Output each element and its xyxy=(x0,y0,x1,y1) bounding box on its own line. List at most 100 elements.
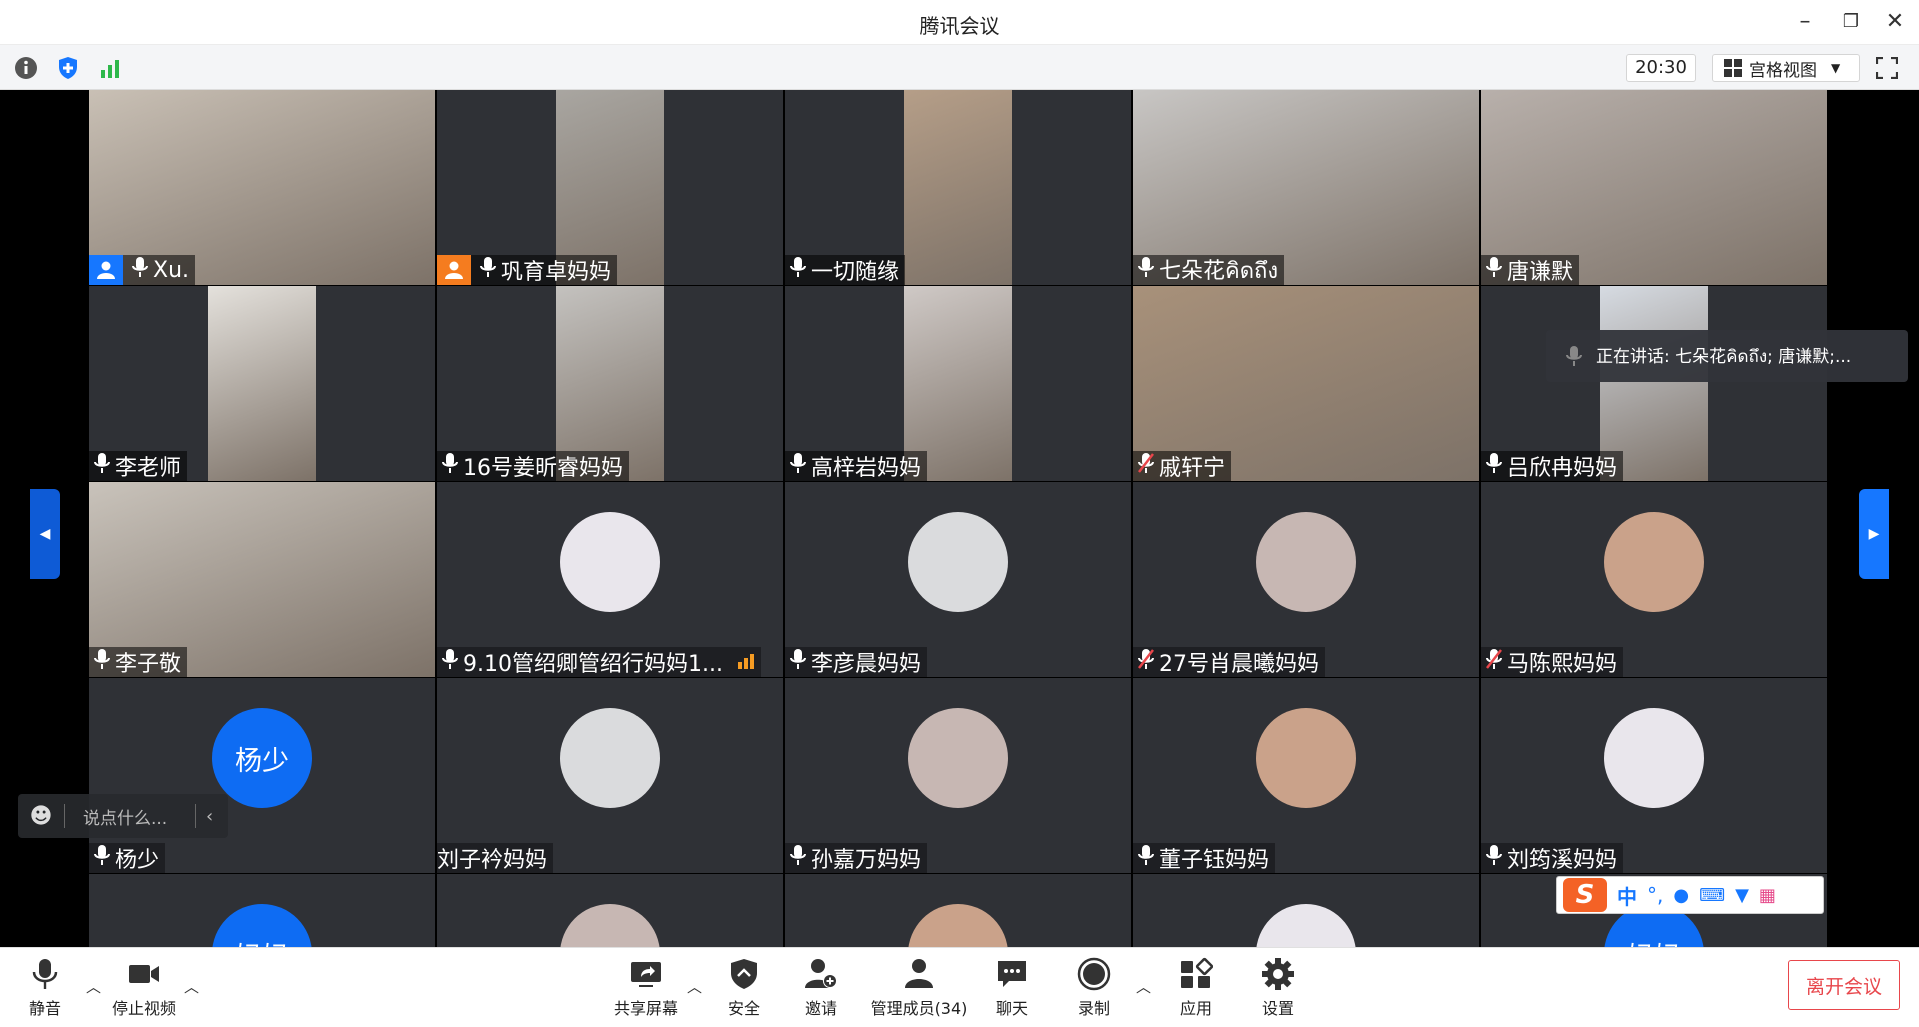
microphone-icon xyxy=(1481,844,1507,872)
microphone-icon xyxy=(437,452,463,480)
share-screen-button[interactable]: 共享屏幕 xyxy=(612,948,680,1027)
participant-tile[interactable]: 董子钰妈妈 xyxy=(1133,678,1479,873)
camera-icon xyxy=(129,965,159,983)
participant-avatar xyxy=(560,512,660,612)
chat-input[interactable]: 说点什么... xyxy=(65,804,195,829)
apps-label: 应用 xyxy=(1179,999,1212,1018)
apps-button[interactable]: 应用 xyxy=(1176,948,1216,1027)
share-options-caret[interactable]: ︿ xyxy=(687,976,702,997)
participant-tile[interactable]: 杨少 杨少 xyxy=(89,678,435,873)
participant-avatar: 杨少 xyxy=(212,708,312,808)
participant-name-label: 16号姜昕睿妈妈 xyxy=(437,451,629,481)
close-button[interactable]: ✕ xyxy=(1880,8,1910,36)
mute-options-caret[interactable]: ︿ xyxy=(86,976,101,997)
participant-tile[interactable]: 高梓岩妈妈 xyxy=(785,286,1131,481)
invite-button[interactable]: 邀请 xyxy=(800,948,842,1027)
participant-tile[interactable]: Xu. xyxy=(89,90,435,285)
record-button[interactable]: 录制 xyxy=(1074,948,1114,1027)
microphone-icon xyxy=(785,256,811,284)
chat-quickbar[interactable]: ☻ 说点什么... ‹ xyxy=(18,794,228,838)
voice-input-icon[interactable]: ● xyxy=(1673,885,1689,906)
participant-tile[interactable]: 李子敬 xyxy=(89,482,435,677)
emoji-icon[interactable]: ☻ xyxy=(18,804,64,829)
meeting-clock: 20:30 xyxy=(1626,54,1696,82)
participant-tile[interactable]: 唐谦默 xyxy=(1481,90,1827,285)
collapse-icon[interactable]: ‹ xyxy=(196,806,213,827)
participant-tile[interactable]: 巩育卓妈妈 xyxy=(437,90,783,285)
microphone-icon xyxy=(1481,452,1507,480)
participant-name-label: 一切随缘 xyxy=(785,255,906,285)
members-icon xyxy=(905,959,933,988)
participant-tile[interactable]: 刘筠溪妈妈 xyxy=(1481,678,1827,873)
security-button[interactable]: 安全 xyxy=(724,948,764,1027)
participant-tile[interactable]: 妈妈 xyxy=(89,874,435,947)
participant-tile[interactable]: 16号姜昕睿妈妈 xyxy=(437,286,783,481)
participant-tile[interactable]: 吕欣冉妈妈 xyxy=(1481,286,1827,481)
participant-tile[interactable]: 孙嘉万妈妈 xyxy=(785,678,1131,873)
participant-name-label: 七朵花คิดถึง xyxy=(1133,255,1285,285)
participant-tile[interactable] xyxy=(437,874,783,947)
skin-icon[interactable]: ▼ xyxy=(1735,885,1749,906)
ime-language[interactable]: 中 xyxy=(1617,881,1637,910)
apps-icon xyxy=(1181,957,1213,988)
video-grid: Xu. 巩育卓妈妈 一切随缘 七朵花คิดถึง 唐谦默李老师 16号姜昕睿妈妈 高梓岩妈妈… xyxy=(89,90,1829,947)
settings-button[interactable]: 设置 xyxy=(1258,948,1298,1027)
participant-avatar xyxy=(1256,512,1356,612)
participant-name: 刘筠溪妈妈 xyxy=(1507,848,1618,873)
participant-tile[interactable]: 刘子衿妈妈 xyxy=(437,678,783,873)
signal-strength-icon[interactable] xyxy=(96,54,124,82)
participant-name: 孙嘉万妈妈 xyxy=(811,848,922,873)
participant-name-label: 吕欣冉妈妈 xyxy=(1481,451,1624,481)
participant-name: 巩育卓妈妈 xyxy=(501,260,612,285)
participant-tile[interactable]: 9.10管绍卿管绍行妈妈1... xyxy=(437,482,783,677)
record-icon xyxy=(1077,957,1111,991)
restore-button[interactable]: ❐ xyxy=(1836,8,1866,36)
window-title: 腾讯会议 xyxy=(919,14,1000,38)
bottom-toolbar: 静音 ︿ 停止视频 ︿ 共享屏幕 ︿ 安全 邀请 管理成员(34) 聊天 录制 … xyxy=(0,947,1919,1027)
mute-button[interactable]: 静音 xyxy=(24,948,66,1027)
video-options-caret[interactable]: ︿ xyxy=(184,976,199,997)
participant-tile[interactable]: 李彦晨妈妈 xyxy=(785,482,1131,677)
shield-icon xyxy=(731,959,757,989)
leave-meeting-button[interactable]: 离开会议 xyxy=(1788,960,1900,1010)
participant-tile[interactable]: 戚轩宁 xyxy=(1133,286,1479,481)
participant-name: 9.10管绍卿管绍行妈妈1... xyxy=(463,652,723,677)
participant-avatar xyxy=(560,904,660,947)
record-options-caret[interactable]: ︿ xyxy=(1136,976,1151,997)
stop-video-button[interactable]: 停止视频 xyxy=(108,948,180,1027)
participant-avatar xyxy=(1256,708,1356,808)
participant-tile[interactable]: 马陈熙妈妈 xyxy=(1481,482,1827,677)
microphone-icon xyxy=(475,256,501,284)
sogou-logo: S xyxy=(1563,878,1607,912)
microphone-icon xyxy=(785,452,811,480)
minimize-button[interactable]: – xyxy=(1790,8,1820,36)
chat-button[interactable]: 聊天 xyxy=(992,948,1032,1027)
participant-name: 刘子衿妈妈 xyxy=(437,848,548,873)
toolbox-icon[interactable]: ▦ xyxy=(1759,885,1776,906)
video-feed xyxy=(904,90,1012,285)
chevron-down-icon: ▼ xyxy=(1831,61,1841,75)
participant-tile[interactable]: 一切随缘 xyxy=(785,90,1131,285)
keyboard-icon[interactable]: ⌨ xyxy=(1699,885,1725,906)
fullscreen-button[interactable] xyxy=(1872,54,1902,82)
manage-members-button[interactable]: 管理成员(34) xyxy=(868,948,970,1027)
participant-name-label: 刘子衿妈妈 xyxy=(437,843,554,873)
participant-tile[interactable]: 李老师 xyxy=(89,286,435,481)
participant-tile[interactable]: 27号肖晨曦妈妈 xyxy=(1133,482,1479,677)
info-icon[interactable] xyxy=(12,54,40,82)
shield-icon[interactable] xyxy=(54,54,82,82)
punctuation-icon[interactable]: °, xyxy=(1647,883,1663,907)
participant-tile[interactable] xyxy=(1133,874,1479,947)
participant-avatar xyxy=(908,708,1008,808)
previous-page-button[interactable]: ◀ xyxy=(30,489,60,579)
participant-tile[interactable] xyxy=(785,874,1131,947)
view-mode-select[interactable]: 宫格视图 ▼ xyxy=(1712,54,1860,82)
participant-avatar xyxy=(1604,708,1704,808)
participant-name-label: 李老师 xyxy=(89,451,188,481)
participant-name: 戚轩宁 xyxy=(1159,456,1226,481)
next-page-button[interactable]: ▶ xyxy=(1859,489,1889,579)
participant-avatar xyxy=(1604,512,1704,612)
participant-tile[interactable]: 七朵花คิดถึง xyxy=(1133,90,1479,285)
participant-name-label: Xu. xyxy=(89,255,196,285)
participant-name: 16号姜昕睿妈妈 xyxy=(463,456,623,481)
